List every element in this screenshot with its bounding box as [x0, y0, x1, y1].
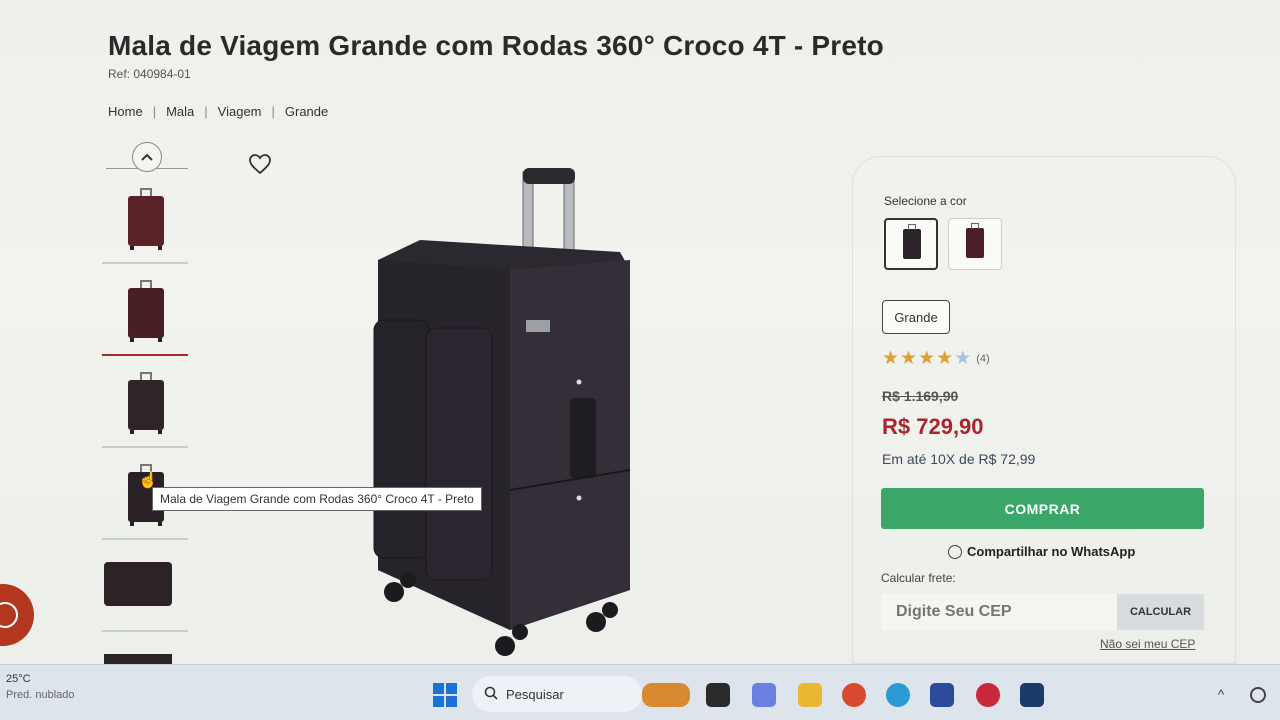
temperature: 25°C: [6, 673, 31, 685]
thumbnail-3[interactable]: [102, 364, 188, 448]
edge-icon[interactable]: [886, 683, 910, 707]
product-main-image: [360, 160, 650, 660]
old-price: R$ 1.169,90: [882, 388, 959, 404]
cep-input[interactable]: [881, 594, 1117, 630]
whatsapp-icon: [948, 544, 962, 559]
calculate-shipping-button[interactable]: CALCULAR: [1117, 594, 1204, 630]
color-swatch-wine[interactable]: [948, 218, 1002, 270]
task-view-icon[interactable]: [706, 683, 730, 707]
windows-start-icon[interactable]: [433, 683, 457, 707]
chrome-icon[interactable]: [842, 683, 866, 707]
color-swatch-black[interactable]: [884, 218, 938, 270]
star-empty-icon: ★: [954, 348, 972, 369]
product-page: Mala de Viagem Grande com Rodas 360° Cro…: [0, 0, 1280, 664]
star-icon: ★: [900, 348, 918, 369]
thumbnail-2[interactable]: [102, 272, 188, 356]
review-count: (4): [976, 352, 990, 365]
breadcrumb-separator: |: [204, 104, 208, 119]
search-label: Pesquisar: [506, 686, 564, 702]
widgets-icon[interactable]: [642, 683, 690, 707]
search-icon: [484, 686, 498, 703]
shipping-label: Calcular frete:: [881, 571, 956, 585]
chat-widget-button[interactable]: [0, 584, 34, 646]
network-icon[interactable]: [1250, 687, 1266, 703]
breadcrumb-mala[interactable]: Mala: [166, 104, 194, 119]
share-whatsapp-link[interactable]: Compartilhar no WhatsApp: [948, 544, 1135, 559]
store-icon[interactable]: [930, 683, 954, 707]
breadcrumb-home[interactable]: Home: [108, 104, 143, 119]
breadcrumb: Home | Mala | Viagem | Grande: [108, 104, 328, 119]
star-icon: ★: [918, 348, 936, 369]
star-icon: ★: [936, 348, 954, 369]
size-option-grande[interactable]: Grande: [882, 300, 950, 334]
installments: Em até 10X de R$ 72,99: [882, 451, 1036, 467]
thumbnail-5[interactable]: [102, 548, 188, 632]
taskbar-search[interactable]: Pesquisar: [472, 676, 642, 712]
star-icon: ★: [882, 348, 900, 369]
thumbnail-tooltip: Mala de Viagem Grande com Rodas 360° Cro…: [152, 487, 482, 511]
thumbnail-6[interactable]: [102, 640, 188, 664]
taskbar: 25°C Pred. nublado Pesquisar ^: [0, 664, 1280, 720]
thumbnail-gallery: [102, 138, 190, 664]
chevron-up-icon[interactable]: ^: [1218, 687, 1224, 702]
color-label: Selecione a cor: [884, 194, 967, 208]
weather-text: Pred. nublado: [6, 689, 75, 701]
heart-icon[interactable]: [248, 152, 272, 176]
breadcrumb-grande[interactable]: Grande: [285, 104, 328, 119]
share-label: Compartilhar no WhatsApp: [967, 544, 1136, 559]
breadcrumb-viagem[interactable]: Viagem: [218, 104, 262, 119]
breadcrumb-separator: |: [271, 104, 275, 119]
weather-widget[interactable]: 25°C Pred. nublado: [6, 671, 75, 703]
copilot-icon[interactable]: [752, 683, 776, 707]
product-ref: Ref: 040984-01: [108, 67, 191, 81]
current-price: R$ 729,90: [882, 414, 984, 439]
rating-stars[interactable]: ★ ★ ★ ★ ★ (4): [882, 349, 990, 368]
unknown-cep-link[interactable]: Não sei meu CEP: [1100, 637, 1195, 651]
buy-button[interactable]: COMPRAR: [881, 488, 1204, 529]
product-title: Mala de Viagem Grande com Rodas 360° Cro…: [108, 30, 884, 61]
chevron-up-icon[interactable]: [132, 142, 162, 172]
file-explorer-icon[interactable]: [798, 683, 822, 707]
thumbnail-1[interactable]: [102, 180, 188, 264]
breadcrumb-separator: |: [152, 104, 157, 119]
opera-icon[interactable]: [976, 683, 1000, 707]
app-icon[interactable]: [1020, 683, 1044, 707]
